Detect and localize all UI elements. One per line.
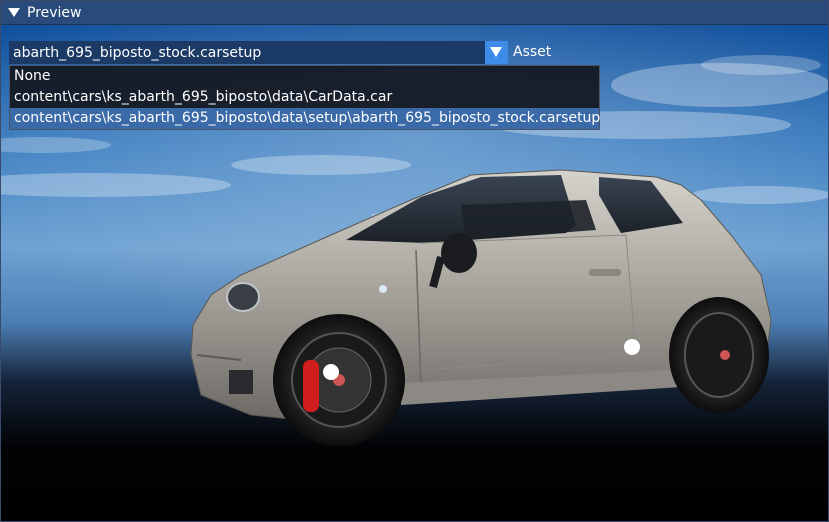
collapse-triangle-icon[interactable] [8,8,20,17]
asset-option-none[interactable]: None [10,66,599,87]
asset-option-cardata[interactable]: content\cars\ks_abarth_695_biposto\data\… [10,87,599,108]
asset-dropdown-list[interactable]: None content\cars\ks_abarth_695_biposto\… [9,65,600,130]
asset-option-carsetup[interactable]: content\cars\ks_abarth_695_biposto\data\… [10,108,600,129]
asset-combo-value: abarth_695_biposto_stock.carsetup [13,44,262,61]
asset-combo-box[interactable]: abarth_695_biposto_stock.carsetup [9,41,508,64]
window-title: Preview [27,4,82,21]
preview-window: Preview abarth_695_biposto_stock.carsetu… [0,0,829,522]
preview-titlebar[interactable]: Preview [1,1,828,25]
asset-label: Asset [513,44,552,60]
dropdown-arrow-icon[interactable] [485,41,508,64]
